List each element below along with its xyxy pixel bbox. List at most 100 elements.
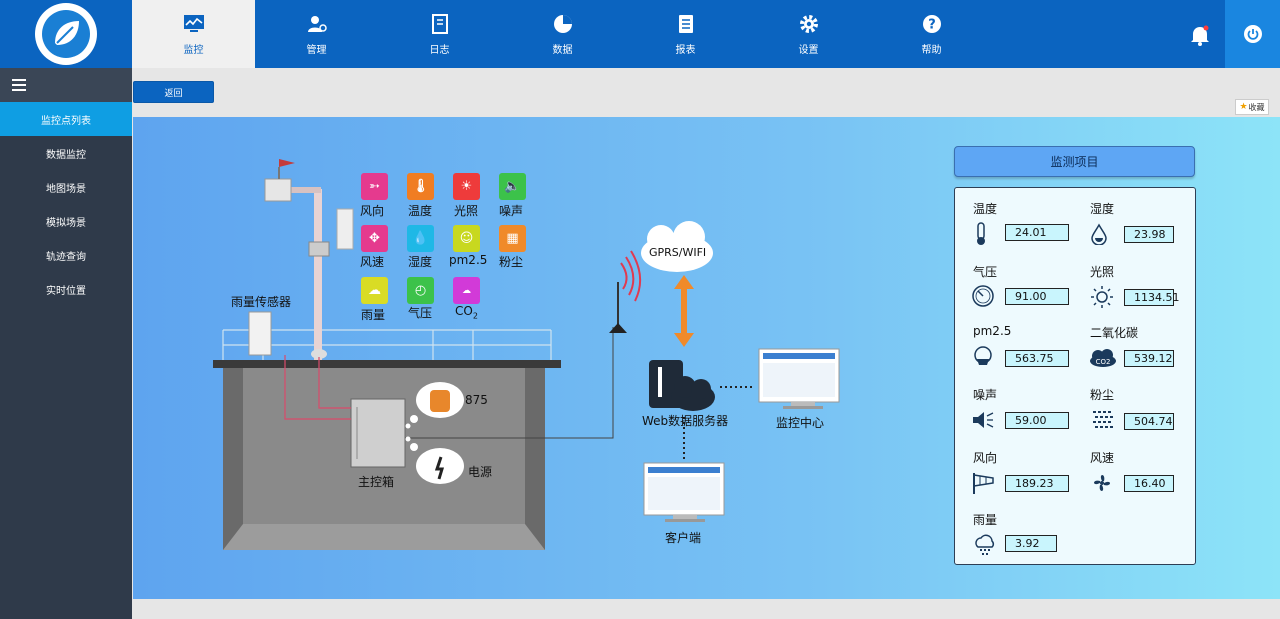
nav-log[interactable]: 日志 [378, 0, 501, 68]
metric-value-pressure: 91.00 [1005, 288, 1069, 305]
temperature-sensor-icon: 🌡 [407, 173, 434, 200]
sidebar: 监控点列表 数据监控 地图场景 模拟场景 轨迹查询 实时位置 [0, 68, 132, 619]
metric-name-humidity: 湿度 [1090, 202, 1115, 216]
metric-value-humidity: 23.98 [1124, 226, 1174, 243]
metric-name-wind-direction: 风向 [973, 451, 998, 465]
co2-cloud-icon: CO2 [1088, 346, 1118, 370]
speaker-icon [971, 408, 995, 432]
monitor-center-label: 监控中心 [776, 416, 825, 430]
pressure-sensor-icon: ◴ [407, 277, 434, 304]
sidebar-item-track-query[interactable]: 轨迹查询 [0, 238, 132, 272]
dust-sensor-icon: ▦ [499, 225, 526, 252]
nav-settings[interactable]: 设置 [747, 0, 870, 68]
sensor-label-co2: CO2 [455, 304, 478, 320]
sensor-label-light: 光照 [454, 204, 479, 218]
svg-text:CO2: CO2 [1096, 358, 1111, 366]
sidebar-item-map-scene[interactable]: 地图场景 [0, 170, 132, 204]
user-gear-icon [306, 13, 328, 35]
sensor-label-humidity: 湿度 [408, 255, 433, 269]
main-box-label: 主控箱 [358, 475, 395, 489]
metric-name-rain: 雨量 [973, 513, 998, 527]
power-button[interactable] [1225, 0, 1280, 68]
pressure-gauge-icon [971, 284, 995, 308]
nav-label: 数据 [552, 44, 573, 56]
co2-sensor-icon: ☁ [453, 277, 480, 304]
sensor-label-pressure: 气压 [408, 306, 433, 320]
back-button[interactable]: 返回 [133, 81, 214, 103]
monitor-screen-icon [183, 13, 205, 35]
bell-icon[interactable] [1189, 24, 1211, 46]
light-sensor-icon: ☀ [453, 173, 480, 200]
sensor-label-dust: 粉尘 [499, 255, 524, 269]
humidity-sensor-icon: 💧 [407, 225, 434, 252]
nav-label: 管理 [306, 44, 327, 56]
metric-name-pm25: pm2.5 [973, 324, 1012, 338]
sensor-label-pm25: pm2.5 [449, 253, 488, 267]
mask-icon [971, 345, 995, 369]
rain-sensor-label: 雨量传感器 [231, 295, 292, 309]
metric-value-dust: 504.74 [1124, 413, 1174, 430]
pm25-sensor-icon: ☺ [453, 225, 480, 252]
nav-label: 报表 [675, 44, 696, 56]
power-icon [1243, 25, 1262, 43]
metric-name-dust: 粉尘 [1090, 388, 1115, 402]
power-label: 电源 [468, 465, 493, 479]
nav-label: 监控 [183, 44, 204, 56]
sensor-label-noise: 噪声 [499, 204, 524, 218]
rain-cloud-icon [973, 533, 997, 557]
main-nav: 监控 管理 日志 数据 报表 设置 ? 帮助 [132, 0, 993, 68]
metric-value-light: 1134.51 [1124, 289, 1180, 306]
svg-text:?: ? [928, 17, 936, 32]
notebook-icon [429, 13, 451, 35]
leaf-logo-icon [35, 3, 97, 65]
question-icon: ? [921, 13, 943, 35]
sun-icon [1090, 285, 1114, 309]
app-logo[interactable] [0, 0, 132, 68]
metric-name-light: 光照 [1090, 265, 1115, 279]
co2-text: CO [455, 304, 473, 318]
nav-manage[interactable]: 管理 [255, 0, 378, 68]
favorite-label: 收藏 [1248, 102, 1265, 112]
wind-direction-sensor-icon: ➳ [361, 173, 388, 200]
sidebar-item-sim-scene[interactable]: 模拟场景 [0, 204, 132, 238]
dust-icon [1091, 407, 1115, 431]
favorite-button[interactable]: ★ 收藏 [1235, 99, 1269, 115]
metric-name-co2: 二氧化碳 [1090, 326, 1139, 340]
hamburger-icon[interactable] [12, 79, 26, 91]
metric-value-wind-speed: 16.40 [1124, 475, 1174, 492]
fan-icon [1090, 471, 1114, 495]
wind-speed-sensor-icon: ✥ [361, 225, 388, 252]
sidebar-header [0, 68, 132, 102]
server-label: Web数据服务器 [642, 414, 729, 428]
sensor-label-wind-speed: 风速 [360, 255, 385, 269]
battery-value: 875 [465, 393, 488, 407]
pie-chart-icon [552, 13, 574, 35]
metric-value-rain: 3.92 [1005, 535, 1057, 552]
nav-label: 帮助 [921, 44, 942, 56]
gear-icon [798, 13, 820, 35]
humidity-icon [1087, 222, 1111, 246]
noise-sensor-icon: 🔈 [499, 173, 526, 200]
metric-name-temperature: 温度 [973, 202, 998, 216]
sensor-label-wind-direction: 风向 [360, 204, 385, 218]
monitor-items-panel: 温度 24.01 湿度 23.98 气压 91.00 光照 1134.51 pm… [954, 187, 1196, 565]
gprs-label: GPRS/WIFI [649, 246, 707, 259]
sidebar-item-monitor-list[interactable]: 监控点列表 [0, 102, 132, 136]
star-icon: ★ [1239, 102, 1248, 112]
co2-subscript: 2 [472, 311, 478, 321]
metric-name-pressure: 气压 [973, 265, 998, 279]
monitor-items-title[interactable]: 监测项目 [954, 146, 1195, 177]
nav-data[interactable]: 数据 [501, 0, 624, 68]
report-icon [675, 13, 697, 35]
nav-label: 设置 [798, 44, 819, 56]
nav-monitor[interactable]: 监控 [132, 0, 255, 68]
windsock-icon [971, 471, 995, 495]
thermometer-icon [969, 222, 993, 246]
sidebar-item-data-monitor[interactable]: 数据监控 [0, 136, 132, 170]
metric-value-noise: 59.00 [1005, 412, 1069, 429]
metric-value-co2: 539.12 [1124, 350, 1174, 367]
nav-help[interactable]: ? 帮助 [870, 0, 993, 68]
rain-sensor-icon: ☁ [361, 277, 388, 304]
nav-report[interactable]: 报表 [624, 0, 747, 68]
sidebar-item-realtime-location[interactable]: 实时位置 [0, 272, 132, 306]
